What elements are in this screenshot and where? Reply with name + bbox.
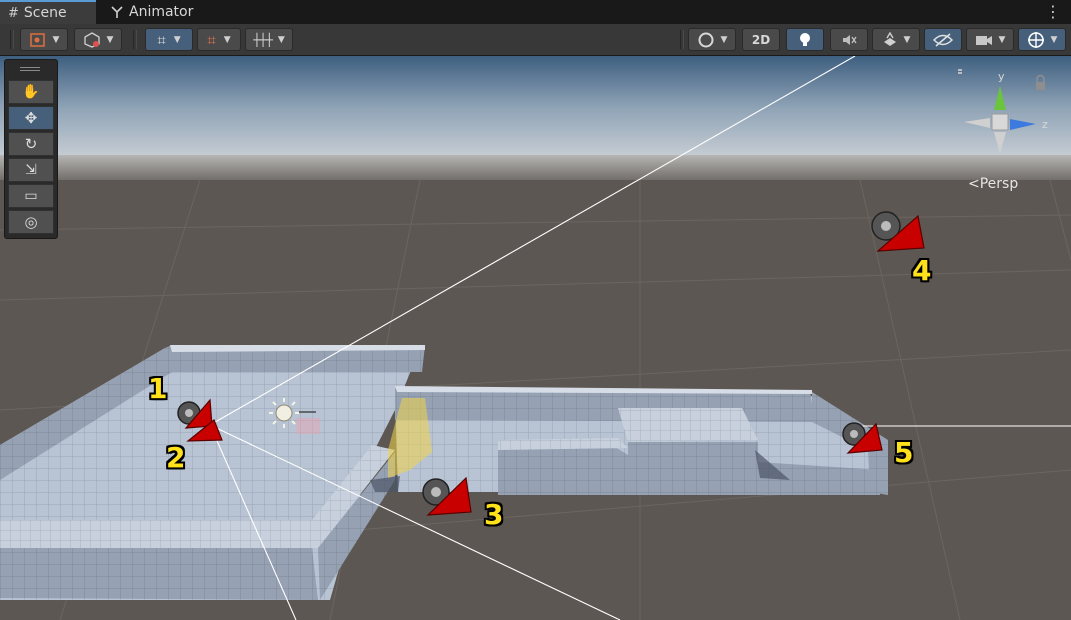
gizmo-z-label: z	[1042, 118, 1048, 131]
increment-snap-icon: ⌗	[207, 30, 216, 49]
animator-icon	[111, 6, 123, 18]
move-icon: ✥	[24, 109, 38, 127]
render-mode-button[interactable]: ▼	[688, 28, 736, 51]
scene-render	[0, 56, 1071, 620]
camera-icon	[975, 35, 992, 45]
gizmo-y-label: y	[998, 70, 1005, 83]
more-options-icon[interactable]: ⋮	[1045, 2, 1061, 21]
rotate-icon: ↻	[24, 135, 38, 153]
hand-tool[interactable]: ✋	[8, 80, 54, 104]
camera-gizmo-3-icon[interactable]	[418, 474, 474, 520]
scale-tool[interactable]: ⇲	[8, 158, 54, 182]
marker-3: 3	[484, 498, 504, 531]
toolbar-separator	[680, 30, 684, 49]
tab-animator[interactable]: Animator	[104, 0, 193, 24]
tab-animator-label: Animator	[129, 4, 194, 20]
grid-snap-icon: ⌗	[157, 30, 166, 49]
shading-mode-button[interactable]: ▼	[74, 28, 122, 51]
ruler-icon: ┼┼┼	[253, 32, 273, 47]
effects-icon	[883, 31, 896, 46]
scale-icon: ⇲	[25, 162, 37, 178]
effects-button[interactable]: ▼	[872, 28, 920, 51]
increment-snap-button[interactable]: ⌗ ▼	[197, 28, 241, 51]
orientation-gizmo[interactable]: y z	[940, 64, 1058, 168]
rotate-tool[interactable]: ↻	[8, 132, 54, 156]
marker-4: 4	[912, 254, 932, 287]
marker-2: 2	[166, 441, 186, 474]
tool-handle-icon	[29, 32, 45, 47]
ruler-snap-button[interactable]: ┼┼┼ ▼	[245, 28, 293, 51]
hidden-eye-icon	[933, 32, 953, 47]
tab-scene[interactable]: # Scene	[0, 0, 96, 24]
render-mode-icon	[698, 32, 714, 47]
tool-palette: ✋ ✥ ↻ ⇲ ▭ ◎	[4, 59, 58, 239]
audio-mute-icon	[843, 34, 857, 45]
rect-tool[interactable]: ▭	[8, 184, 54, 208]
tab-bar: # Scene Animator ⋮	[0, 0, 1071, 25]
audio-toggle[interactable]	[830, 28, 868, 51]
camera-button[interactable]: ▼	[966, 28, 1014, 51]
scene-viewport[interactable]: 1 2 3 4 5	[0, 56, 1071, 620]
drag-handle[interactable]	[20, 67, 40, 71]
transform-tool[interactable]: ◎	[8, 210, 54, 234]
camera-gizmo-4-icon[interactable]	[866, 206, 928, 256]
mode-2d-button[interactable]: 2D	[742, 28, 780, 51]
rect-icon: ▭	[24, 188, 38, 204]
camera-gizmo-5-icon[interactable]	[838, 418, 886, 458]
visibility-toggle[interactable]	[924, 28, 962, 51]
projection-label[interactable]: <Persp	[968, 176, 1018, 192]
marker-1: 1	[148, 372, 168, 405]
lightbulb-icon	[800, 32, 810, 46]
tab-scene-label: Scene	[23, 5, 67, 21]
toolbar-separator	[10, 30, 14, 49]
transform-icon: ◎	[24, 213, 38, 231]
shading-mode-icon	[83, 31, 100, 48]
gizmos-button[interactable]: ▼	[1018, 28, 1066, 51]
hand-icon: ✋	[22, 84, 40, 100]
marker-5: 5	[894, 436, 914, 469]
move-tool[interactable]: ✥	[8, 106, 54, 130]
gizmos-icon	[1027, 31, 1044, 48]
grid-snap-button[interactable]: ⌗ ▼	[145, 28, 193, 51]
grid-icon: #	[8, 5, 19, 21]
lighting-toggle[interactable]	[786, 28, 824, 51]
mode-2d-label: 2D	[751, 32, 771, 47]
tool-handle-button[interactable]: ▼	[20, 28, 68, 51]
toolbar-separator	[133, 30, 137, 49]
scene-toolbar: ▼ ▼ ⌗ ▼ ⌗ ▼ ┼┼┼ ▼ ▼ 2D ▼ ▼ ▼	[0, 24, 1071, 56]
